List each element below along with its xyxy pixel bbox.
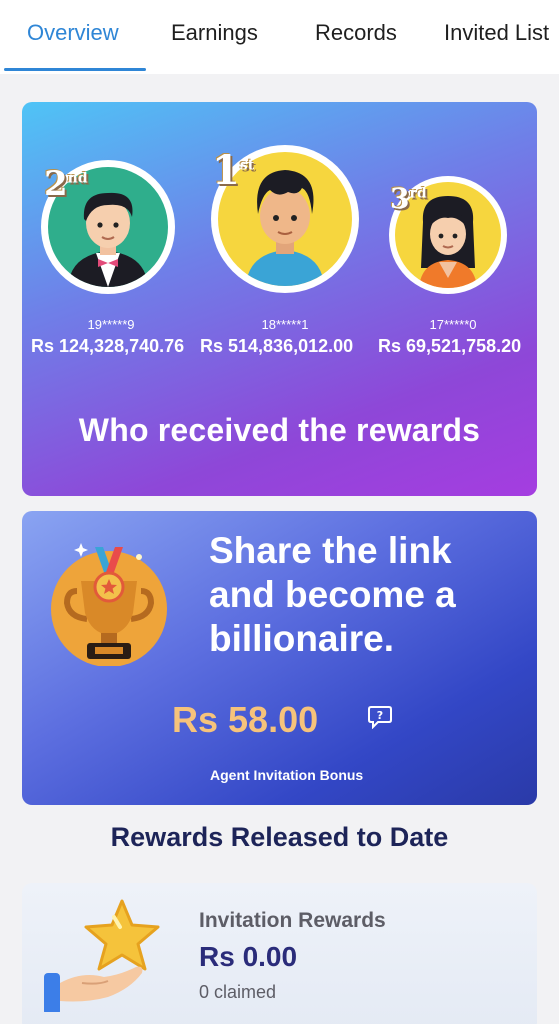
- winner-3-amount: Rs 69,521,758.20: [378, 336, 522, 356]
- winner-3-id: 17*****0: [429, 317, 477, 332]
- winner-2-id: 19*****9: [87, 317, 135, 332]
- winner-1-amount: Rs 514,836,012.00: [200, 336, 354, 356]
- reward-claimed-count: 0 claimed: [199, 982, 277, 1002]
- bonus-label: Agent Invitation Bonus: [210, 767, 364, 783]
- tab-overview[interactable]: Overview: [27, 20, 119, 46]
- bonus-amount: Rs 58.00: [172, 699, 319, 740]
- invitation-rewards-card[interactable]: Invitation Rewards Rs 0.00 0 claimed: [22, 883, 537, 1024]
- tab-earnings[interactable]: Earnings: [171, 20, 258, 46]
- share-headline: Share the link and become a billionaire.: [209, 530, 456, 659]
- leaderboard-card: 2nd 1st 3rd 19*****9 18*****1 17*****0 R…: [22, 102, 537, 496]
- reward-amount: Rs 0.00: [199, 941, 298, 972]
- rank-3-badge: 3rd: [390, 182, 427, 215]
- winner-2-amount: Rs 124,328,740.76: [31, 336, 185, 356]
- tab-records[interactable]: Records: [315, 20, 397, 46]
- leaderboard-title: Who received the rewards: [78, 412, 481, 448]
- tab-invited-list[interactable]: Invited List: [444, 20, 549, 46]
- rank-2-badge: 2nd: [44, 164, 88, 204]
- hand-star-icon: [42, 897, 162, 1015]
- trophy-icon: [47, 531, 172, 667]
- share-link-card[interactable]: Share the link and become a billionaire.…: [22, 511, 537, 805]
- winner-1-id: 18*****1: [261, 317, 309, 332]
- rank-1-badge: 1st: [212, 147, 255, 194]
- svg-text:?: ?: [377, 709, 383, 722]
- help-chat-icon[interactable]: ?: [367, 705, 393, 730]
- tab-bar: Overview Earnings Records Invited List: [0, 0, 559, 74]
- rewards-released-title: Rewards Released to Date: [110, 822, 449, 852]
- reward-name: Invitation Rewards: [199, 909, 386, 932]
- active-tab-indicator: [4, 68, 146, 71]
